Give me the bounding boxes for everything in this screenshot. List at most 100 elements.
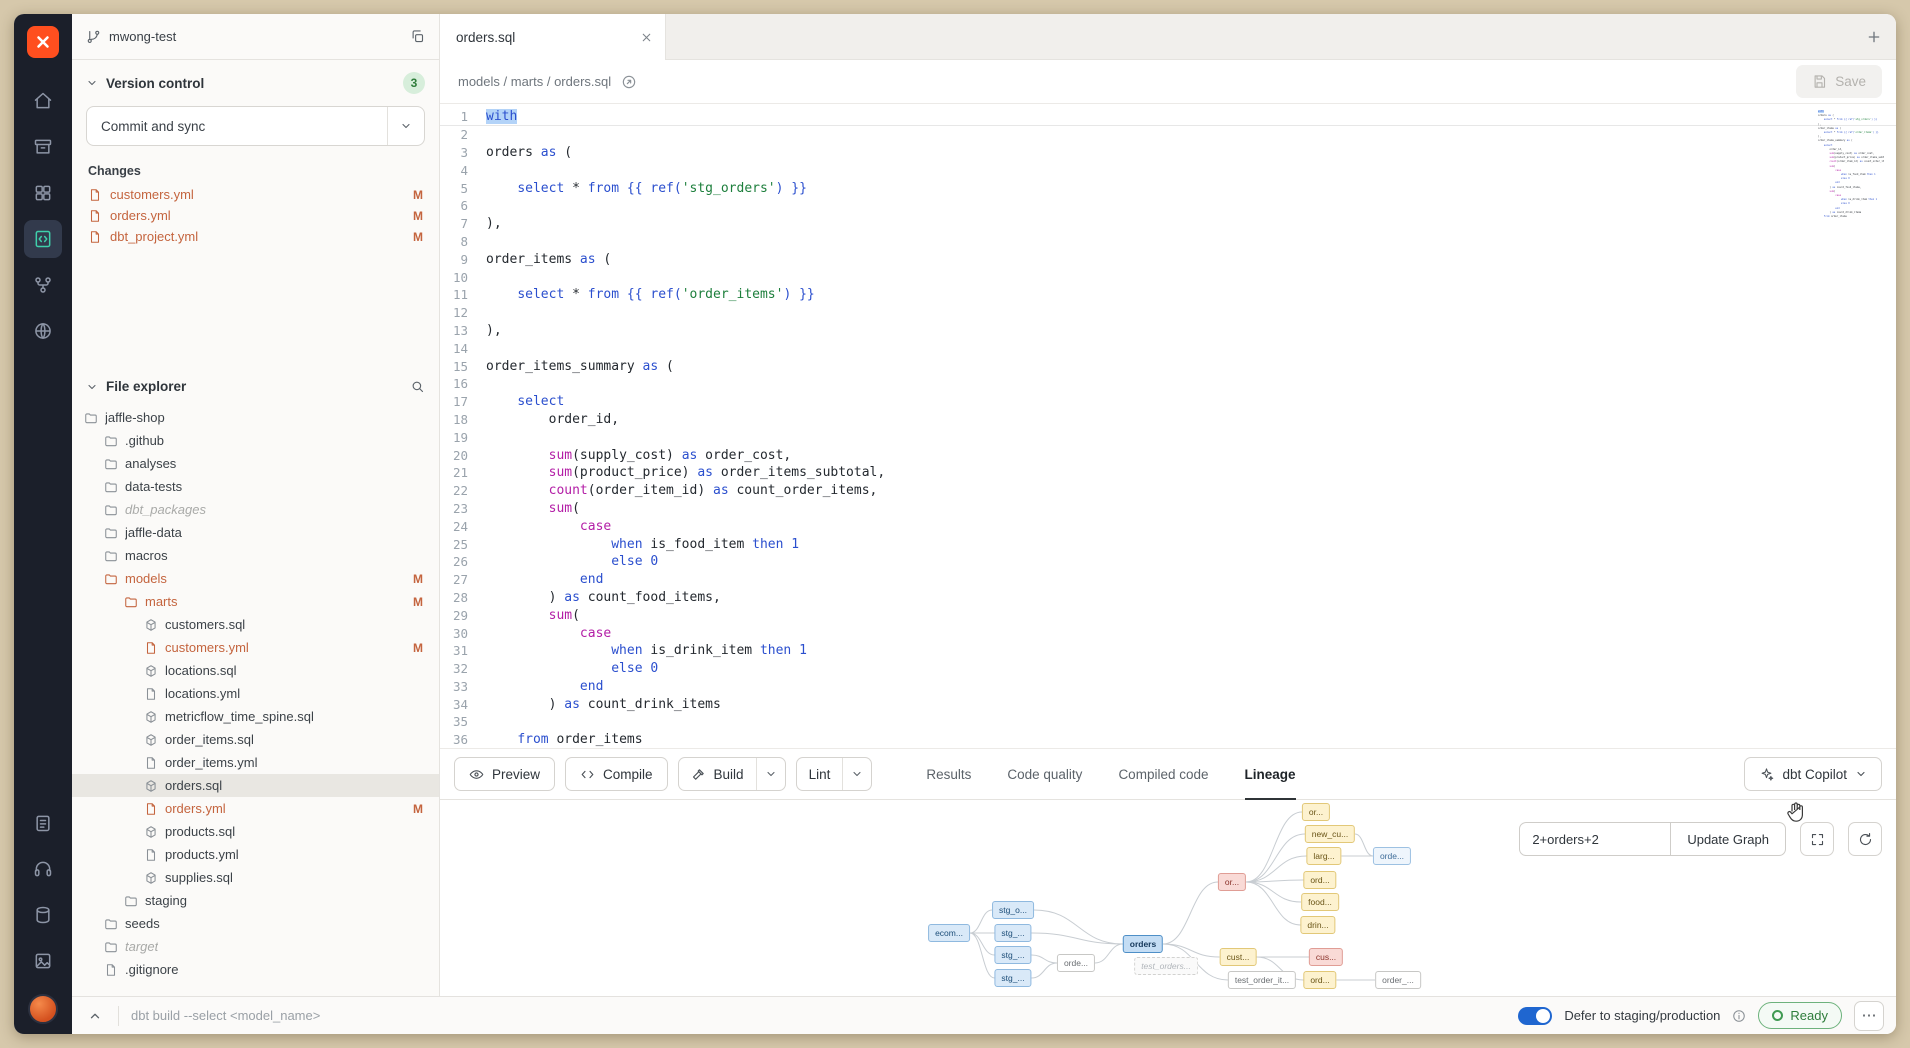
ide-editor-icon[interactable] (24, 220, 62, 258)
tree-item-staging[interactable]: staging (72, 889, 439, 912)
tree-item-macros[interactable]: macros (72, 544, 439, 567)
copy-icon[interactable] (410, 29, 425, 44)
tree-item-jaffle-shop[interactable]: jaffle-shop (72, 406, 439, 429)
media-panel-icon[interactable] (24, 942, 62, 980)
version-control-header[interactable]: Version control 3 (72, 60, 439, 102)
lineage-node-newcu[interactable]: new_cu... (1305, 825, 1355, 843)
user-avatar[interactable] (28, 994, 58, 1024)
dbt-copilot-button[interactable]: dbt Copilot (1744, 757, 1882, 791)
more-options-button[interactable]: ⋯ (1854, 1001, 1884, 1031)
tab-compiled-code[interactable]: Compiled code (1118, 749, 1208, 799)
tree-item-customers.sql[interactable]: customers.sql (72, 613, 439, 636)
globe-icon[interactable] (24, 312, 62, 350)
lineage-node-food[interactable]: food... (1301, 893, 1339, 911)
home-icon[interactable] (24, 82, 62, 120)
tree-item-dbt_packages[interactable]: dbt_packages (72, 498, 439, 521)
lineage-node-orde1[interactable]: orde... (1057, 954, 1095, 972)
dbt-logo-icon[interactable] (27, 26, 59, 58)
tab-title: orders.sql (456, 30, 630, 45)
tree-item-customers.yml[interactable]: customers.ymlM (72, 636, 439, 659)
search-icon[interactable] (410, 379, 425, 394)
lint-button[interactable]: Lint (796, 757, 873, 791)
lineage-node-ord1[interactable]: ord... (1303, 871, 1336, 889)
lineage-node-stg3[interactable]: stg_... (994, 946, 1031, 964)
lineage-node-drin[interactable]: drin... (1300, 916, 1335, 934)
lint-options-chevron-icon[interactable] (842, 758, 871, 790)
build-button[interactable]: Build (678, 757, 786, 791)
lineage-node-stg1[interactable]: stg_o... (992, 901, 1034, 919)
apps-grid-icon[interactable] (24, 174, 62, 212)
info-icon[interactable] (1732, 1009, 1746, 1023)
tree-item-orders.yml[interactable]: orders.ymlM (72, 797, 439, 820)
permalink-icon[interactable] (621, 74, 637, 90)
lineage-node-ord2[interactable]: ord... (1303, 971, 1336, 989)
tree-item-marts[interactable]: martsM (72, 590, 439, 613)
update-graph-button[interactable]: Update Graph (1670, 822, 1786, 856)
file-explorer-header[interactable]: File explorer (72, 367, 439, 402)
lineage-selector-input[interactable] (1519, 822, 1671, 856)
tab-orders-sql[interactable]: orders.sql (440, 14, 666, 60)
lineage-node-orde2[interactable]: orde... (1373, 847, 1411, 865)
change-item[interactable]: orders.ymlM (72, 205, 439, 226)
file-tree: jaffle-shop.githubanalysesdata-testsdbt_… (72, 402, 439, 996)
lineage-node-test1[interactable]: test_orders... (1134, 957, 1198, 975)
app-window: mwong-test orders.sql Ve (14, 14, 1896, 1034)
command-input[interactable]: dbt build --select <model_name> (131, 1008, 320, 1023)
close-tab-icon[interactable] (640, 31, 653, 44)
database-icon[interactable] (24, 896, 62, 934)
compile-button[interactable]: Compile (565, 757, 668, 791)
lineage-node-stg2[interactable]: stg_... (994, 924, 1031, 942)
tree-item-order_items.yml[interactable]: order_items.yml (72, 751, 439, 774)
defer-toggle[interactable] (1518, 1007, 1552, 1025)
minimap[interactable]: withorders as ( select * from {{ ref('st… (1818, 110, 1884, 310)
tab-results[interactable]: Results (926, 749, 971, 799)
tab-lineage[interactable]: Lineage (1245, 749, 1296, 799)
archive-icon[interactable] (24, 128, 62, 166)
tree-item-locations.yml[interactable]: locations.yml (72, 682, 439, 705)
status-badge[interactable]: Ready (1758, 1002, 1842, 1029)
refresh-icon[interactable] (1848, 822, 1882, 856)
tree-item-order_items.sql[interactable]: order_items.sql (72, 728, 439, 751)
change-item[interactable]: dbt_project.ymlM (72, 226, 439, 247)
tree-item-products.sql[interactable]: products.sql (72, 820, 439, 843)
file-explorer-title: File explorer (106, 379, 186, 394)
tree-item-products.yml[interactable]: products.yml (72, 843, 439, 866)
tree-item-target[interactable]: target (72, 935, 439, 958)
lineage-node-orders[interactable]: orders (1123, 935, 1163, 953)
lineage-node-larg[interactable]: larg... (1306, 847, 1341, 865)
change-item[interactable]: customers.ymlM (72, 184, 439, 205)
save-button[interactable]: Save (1796, 65, 1882, 98)
lineage-node-cust[interactable]: cust... (1220, 948, 1257, 966)
tab-code-quality[interactable]: Code quality (1007, 749, 1082, 799)
expand-panel-chevron-icon[interactable] (84, 1005, 106, 1027)
commit-and-sync-button[interactable]: Commit and sync (86, 106, 425, 146)
lineage-node-stg4[interactable]: stg_... (994, 969, 1031, 987)
lineage-node-ory[interactable]: or... (1302, 803, 1330, 821)
tree-item-locations.sql[interactable]: locations.sql (72, 659, 439, 682)
desktop-background: mwong-test orders.sql Ve (0, 0, 1910, 1048)
tree-item-jaffle-data[interactable]: jaffle-data (72, 521, 439, 544)
clipboard-icon[interactable] (24, 804, 62, 842)
lineage-node-orp[interactable]: or... (1218, 873, 1246, 891)
tree-item-supplies.sql[interactable]: supplies.sql (72, 866, 439, 889)
lineage-node-orderw[interactable]: order_... (1375, 971, 1421, 989)
code-editor[interactable]: 1with23orders as (45 select * from {{ re… (440, 104, 1896, 748)
tree-item-data-tests[interactable]: data-tests (72, 475, 439, 498)
tree-item-seeds[interactable]: seeds (72, 912, 439, 935)
commit-options-chevron-icon[interactable] (388, 120, 424, 132)
tree-item-.gitignore[interactable]: .gitignore (72, 958, 439, 981)
tree-item-.github[interactable]: .github (72, 429, 439, 452)
tree-item-metricflow_time_spine.sql[interactable]: metricflow_time_spine.sql (72, 705, 439, 728)
headset-icon[interactable] (24, 850, 62, 888)
lineage-node-cusp[interactable]: cus... (1309, 948, 1343, 966)
tree-item-analyses[interactable]: analyses (72, 452, 439, 475)
preview-button[interactable]: Preview (454, 757, 555, 791)
lineage-node-ecom[interactable]: ecom... (928, 924, 970, 942)
lineage-node-testoi[interactable]: test_order_it... (1228, 971, 1296, 989)
tree-item-models[interactable]: modelsM (72, 567, 439, 590)
new-tab-button[interactable] (1866, 14, 1882, 59)
tree-item-orders.sql[interactable]: orders.sql (72, 774, 439, 797)
build-options-chevron-icon[interactable] (756, 758, 785, 790)
branch-network-icon[interactable] (24, 266, 62, 304)
fullscreen-icon[interactable] (1800, 822, 1834, 856)
